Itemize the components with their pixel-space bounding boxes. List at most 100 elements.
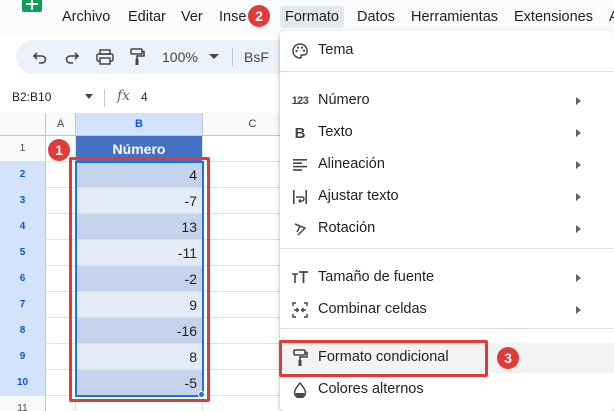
bold-icon: B [294,124,306,142]
empty-cell[interactable] [46,396,76,411]
table-cell[interactable]: -5 [76,370,203,396]
menu-editar[interactable]: Editar [128,8,166,30]
menu-item-label: Número [318,92,370,108]
menu-item-label: Tamaño de fuente [318,269,435,285]
menu-item-label: Combinar celdas [318,301,427,317]
submenu-arrow-icon [576,161,581,169]
text-rotation-icon [291,220,309,238]
row-header-2[interactable]: 2 [0,162,46,188]
step-badge-1: 1 [48,139,70,161]
submenu-arrow-icon [576,97,581,105]
row-header-8[interactable]: 8 [0,318,46,344]
menu-item-rotacion[interactable]: Rotación [280,214,614,244]
zoom-select[interactable]: 100% [162,49,198,65]
menu-item-label: Tema [318,42,354,58]
align-left-icon [291,156,309,174]
chevron-down-icon[interactable] [85,94,93,99]
menu-item-alineacion[interactable]: Alineación [280,150,614,180]
submenu-arrow-icon [576,193,581,201]
menu-item-label: Texto [318,124,353,140]
table-cell[interactable]: 8 [76,344,203,370]
paint-format-icon[interactable] [127,47,147,67]
menu-datos[interactable]: Datos [357,8,395,30]
menu-formato[interactable]: Formato [280,6,344,28]
redo-icon[interactable] [62,47,82,67]
header-cell-numero[interactable]: Número [76,136,203,162]
font-size-icon [291,269,309,287]
fx-icon: fx [117,88,131,104]
formula-divider [104,89,105,107]
menu-archivo[interactable]: Archivo [62,8,110,30]
column-header-a[interactable]: A [46,113,76,136]
empty-cell[interactable] [46,266,76,292]
name-box[interactable]: B2:B10 [12,90,51,104]
palette-icon [291,42,309,60]
menu-bar: Archivo Editar Ver Inse Formato Datos He… [0,0,614,34]
row-header-10[interactable]: 10 [0,370,46,396]
empty-cell[interactable] [46,370,76,396]
menu-ayuda[interactable]: A [609,8,614,30]
empty-cell[interactable] [46,162,76,188]
menu-item-label: Alineación [318,156,385,172]
menu-item-colores-alternos[interactable]: Colores alternos [280,375,614,405]
fill-handle[interactable] [198,391,205,398]
row-header-6[interactable]: 6 [0,266,46,292]
submenu-arrow-icon [576,306,581,314]
paint-roller-icon [291,349,309,367]
menu-insertar[interactable]: Inse [219,8,246,30]
format-menu: Tema 123 Número B Texto Alineación Ajustar tex… [279,31,614,411]
row-header-4[interactable]: 4 [0,214,46,240]
empty-cell[interactable] [46,318,76,344]
font-select[interactable]: BsF [244,49,269,65]
formula-input[interactable]: 4 [141,90,148,104]
menu-item-label: Colores alternos [318,381,424,397]
table-cell[interactable]: 13 [76,214,203,240]
menu-item-formato-condicional[interactable]: Formato condicional [280,343,614,373]
column-header-b[interactable]: B [76,113,203,136]
step-badge-2: 2 [248,5,270,27]
empty-cell[interactable] [46,344,76,370]
menu-item-texto[interactable]: B Texto [280,118,614,148]
row-header-9[interactable]: 9 [0,344,46,370]
empty-cell[interactable] [46,188,76,214]
submenu-arrow-icon [576,225,581,233]
select-all-corner[interactable] [0,113,46,136]
number-format-icon: 123 [291,95,309,107]
zoom-dropdown-icon[interactable] [204,47,224,67]
row-header-11[interactable]: 11 [0,396,46,411]
empty-cell[interactable] [76,396,203,411]
empty-cell[interactable] [46,240,76,266]
menu-item-ajustar-texto[interactable]: Ajustar texto [280,182,614,212]
table-cell[interactable]: -2 [76,266,203,292]
empty-cell[interactable] [46,214,76,240]
undo-icon[interactable] [30,47,50,67]
print-icon[interactable] [95,47,115,67]
step-badge-3: 3 [497,347,519,369]
menu-item-combinar-celdas[interactable]: Combinar celdas [280,295,614,325]
row-header-1[interactable]: 1 [0,136,46,162]
table-cell[interactable]: 9 [76,292,203,318]
toolbar-divider [232,48,233,66]
menu-item-tamano-de-fuente[interactable]: Tamaño de fuente [280,263,614,293]
row-header-5[interactable]: 5 [0,240,46,266]
menu-divider [280,71,614,72]
row-header-7[interactable]: 7 [0,292,46,318]
row-header-3[interactable]: 3 [0,188,46,214]
table-cell[interactable]: 4 [76,162,203,188]
table-cell[interactable]: -16 [76,318,203,344]
menu-divider [280,248,614,249]
table-cell[interactable]: -11 [76,240,203,266]
menu-item-numero[interactable]: 123 Número [280,86,614,116]
menu-item-label: Ajustar texto [318,188,399,204]
table-cell[interactable]: -7 [76,188,203,214]
sheets-logo-icon[interactable] [22,0,42,12]
menu-herramientas[interactable]: Herramientas [411,8,498,30]
menu-extensiones[interactable]: Extensiones [514,8,593,30]
empty-cell[interactable] [46,292,76,318]
wrap-text-icon [291,188,309,206]
fill-drop-icon [291,381,309,399]
menu-item-label: Rotación [318,220,376,236]
menu-item-tema[interactable]: Tema [280,36,614,66]
submenu-arrow-icon [576,129,581,137]
menu-ver[interactable]: Ver [181,8,203,30]
